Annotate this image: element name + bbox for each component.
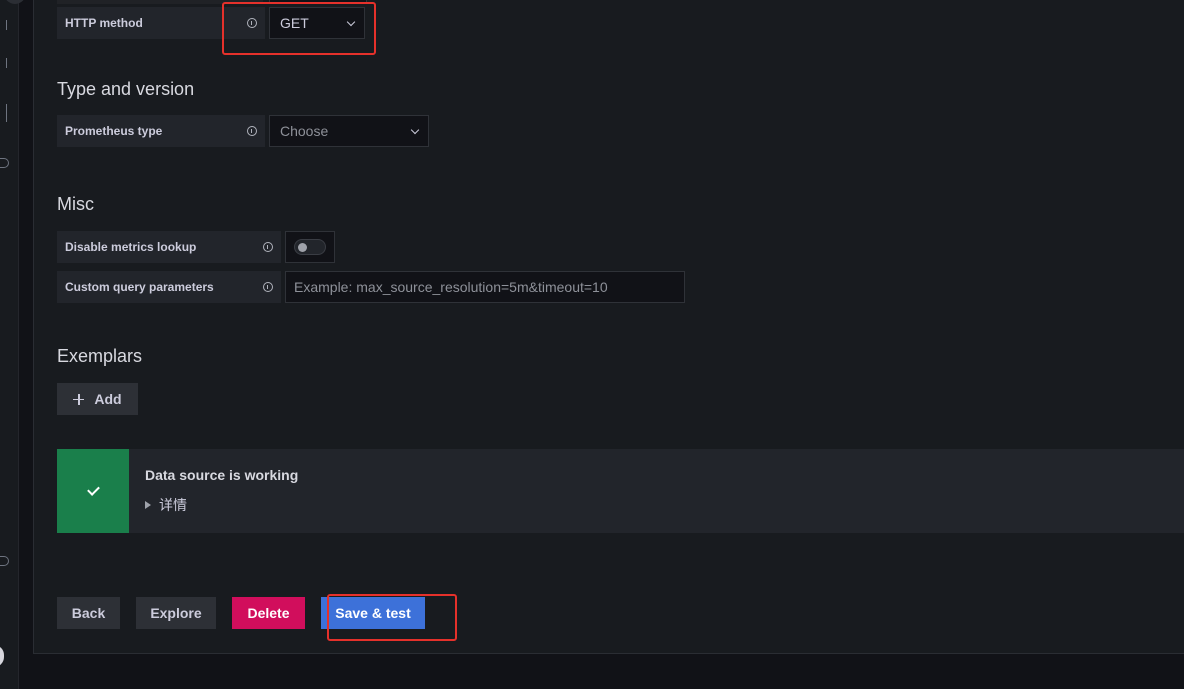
explore-button[interactable]: Explore: [136, 597, 216, 629]
alert-body: Data source is working 详情: [129, 449, 298, 533]
prometheus-type-select[interactable]: Choose: [269, 115, 429, 147]
custom-query-parameters-label: Custom query parameters: [57, 271, 281, 303]
plus-icon: [73, 393, 85, 405]
prometheus-type-placeholder: Choose: [280, 123, 329, 139]
disable-metrics-lookup-toggle-container: [285, 231, 335, 263]
misc-heading: Misc: [57, 194, 94, 214]
prometheus-type-label-text: Prometheus type: [65, 124, 163, 138]
disable-metrics-lookup-row: Disable metrics lookup: [57, 231, 335, 263]
user-avatar[interactable]: [0, 645, 4, 667]
previous-field-label-edge: [57, 0, 263, 4]
nav-logo-icon[interactable]: [4, 0, 26, 4]
custom-query-parameters-input[interactable]: [285, 271, 685, 303]
datasource-status-alert: Data source is working 详情: [57, 449, 1184, 533]
chevron-down-icon: [346, 17, 356, 26]
info-icon[interactable]: [263, 242, 273, 252]
exemplars-heading: Exemplars: [57, 346, 143, 366]
type-and-version-heading: Type and version: [57, 79, 195, 99]
http-method-row: HTTP method GET: [57, 7, 365, 39]
info-icon[interactable]: [247, 18, 257, 28]
save-and-test-button[interactable]: Save & test: [321, 597, 425, 629]
back-button[interactable]: Back: [57, 597, 120, 629]
http-method-label: HTTP method: [57, 7, 265, 39]
custom-query-parameters-label-text: Custom query parameters: [65, 280, 214, 294]
nav-help-icon[interactable]: [0, 556, 9, 566]
prometheus-type-label: Prometheus type: [57, 115, 265, 147]
disable-metrics-lookup-label: Disable metrics lookup: [57, 231, 281, 263]
check-icon: [86, 483, 100, 496]
add-exemplar-button[interactable]: Add: [57, 383, 138, 415]
http-method-value: GET: [280, 15, 309, 31]
custom-query-parameters-row: Custom query parameters: [57, 271, 685, 303]
nav-dashboards-icon[interactable]: [0, 104, 7, 122]
caret-right-icon: [145, 501, 151, 509]
alert-details-toggle[interactable]: 详情: [145, 495, 298, 515]
side-nav: [0, 0, 26, 689]
http-method-select[interactable]: GET: [269, 7, 365, 39]
datasource-settings-panel: [33, 0, 1184, 654]
prometheus-type-row: Prometheus type Choose: [57, 115, 429, 147]
chevron-down-icon: [410, 125, 420, 134]
disable-metrics-lookup-label-text: Disable metrics lookup: [65, 240, 197, 254]
add-exemplar-label: Add: [94, 391, 122, 407]
nav-explore-icon[interactable]: [0, 158, 9, 168]
info-icon[interactable]: [247, 126, 257, 136]
nav-search-icon[interactable]: [0, 20, 7, 30]
disable-metrics-lookup-toggle[interactable]: [294, 239, 326, 255]
info-icon[interactable]: [263, 282, 273, 292]
alert-icon-box: [57, 449, 129, 533]
nav-starred-icon[interactable]: [0, 58, 7, 68]
http-method-label-text: HTTP method: [65, 16, 143, 30]
alert-title: Data source is working: [145, 467, 299, 483]
delete-button[interactable]: Delete: [232, 597, 305, 629]
previous-field-input-edge: [269, 0, 367, 4]
alert-details-label: 详情: [159, 497, 187, 513]
